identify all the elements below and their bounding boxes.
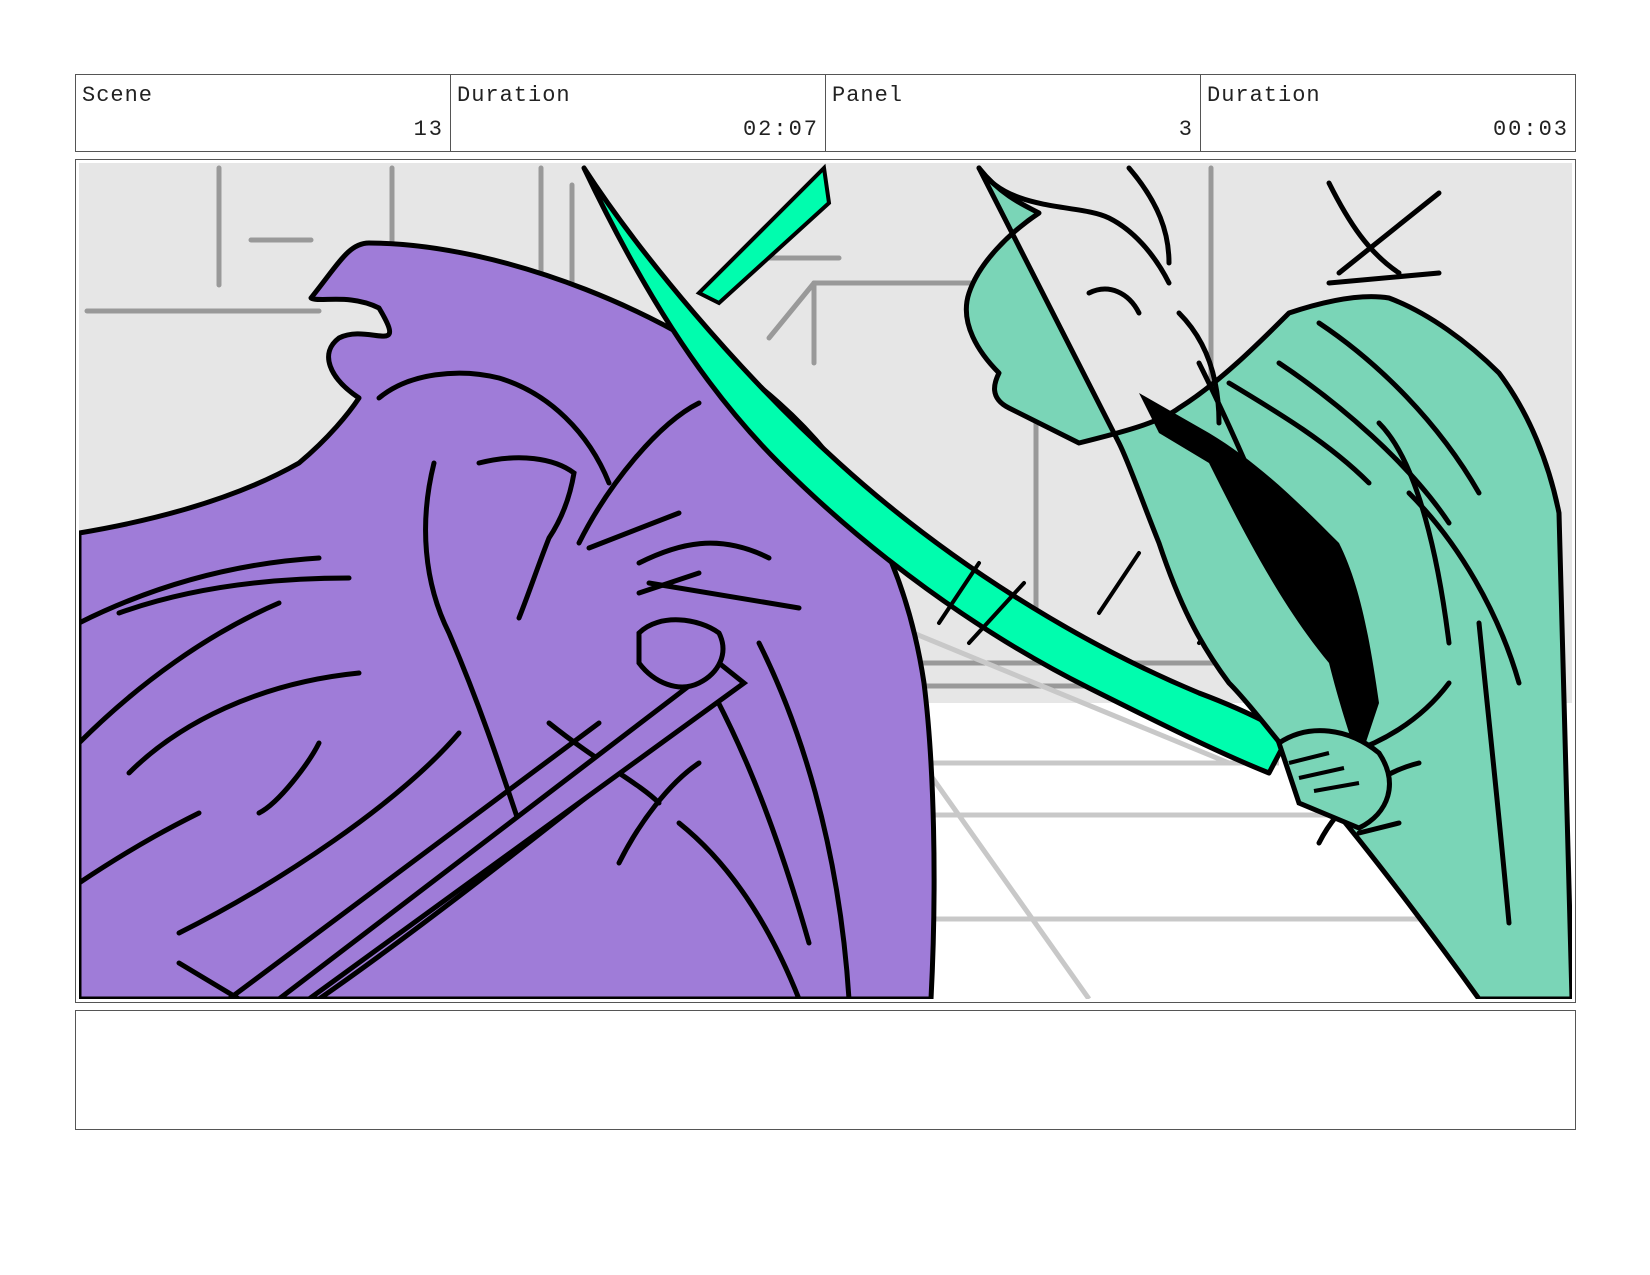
panel-number: 3 — [1178, 117, 1194, 142]
panel-duration-value: 00:03 — [1492, 117, 1569, 142]
scene-duration-value: 02:07 — [742, 117, 819, 142]
scene-cell: Scene 13 — [76, 75, 451, 151]
scene-label: Scene — [82, 83, 154, 108]
panel-duration-cell: Duration 00:03 — [1201, 75, 1575, 151]
scene-duration-cell: Duration 02:07 — [451, 75, 826, 151]
panel-info-header: Scene 13 Duration 02:07 Panel 3 Duration… — [75, 74, 1576, 152]
storyboard-panel — [75, 159, 1576, 1003]
panel-duration-label: Duration — [1207, 83, 1321, 108]
panel-notes-box[interactable] — [75, 1010, 1576, 1130]
storyboard-drawing — [79, 163, 1572, 999]
scene-duration-label: Duration — [457, 83, 571, 108]
panel-cell: Panel 3 — [826, 75, 1201, 151]
scene-number: 13 — [413, 117, 444, 142]
panel-label: Panel — [832, 83, 904, 108]
